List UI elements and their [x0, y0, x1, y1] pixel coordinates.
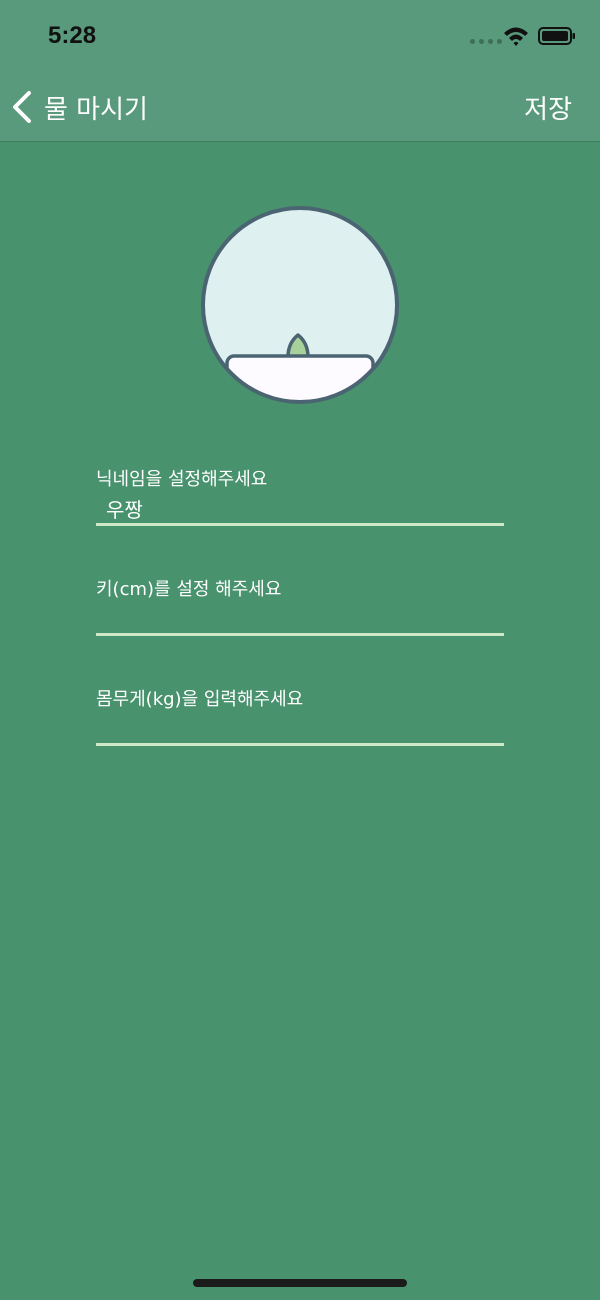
weight-input[interactable]: [96, 714, 504, 746]
height-input[interactable]: [96, 604, 504, 636]
wifi-icon: [504, 27, 528, 46]
cellular-signal-icon: [470, 39, 502, 44]
plant-sprout-in-pot-icon[interactable]: [200, 205, 400, 405]
navigation-bar: 물 마시기 저장: [0, 72, 600, 142]
back-button[interactable]: 물 마시기: [10, 87, 148, 127]
nickname-label: 닉네임을 설정해주세요: [96, 469, 268, 490]
nickname-input[interactable]: [96, 494, 504, 526]
height-label: 키(cm)를 설정 해주세요: [96, 579, 282, 600]
height-field: 키(cm)를 설정 해주세요: [96, 576, 504, 636]
weight-field: 몸무게(kg)을 입력해주세요: [96, 686, 504, 746]
save-button[interactable]: 저장: [524, 89, 572, 126]
nickname-field: 닉네임을 설정해주세요: [96, 466, 504, 526]
status-bar: 5:28: [0, 0, 600, 72]
screen: 5:28 물 마시기 저장 닉네임을 설정해주세요 우짱 키(cm)를 설정 해…: [0, 0, 600, 1300]
weight-label: 몸무게(kg)을 입력해주세요: [96, 689, 304, 710]
battery-icon: [538, 27, 575, 45]
status-time: 5:28: [48, 22, 97, 49]
home-indicator[interactable]: [193, 1279, 407, 1287]
chevron-left-icon: [13, 91, 31, 123]
back-label: 물 마시기: [44, 94, 148, 125]
